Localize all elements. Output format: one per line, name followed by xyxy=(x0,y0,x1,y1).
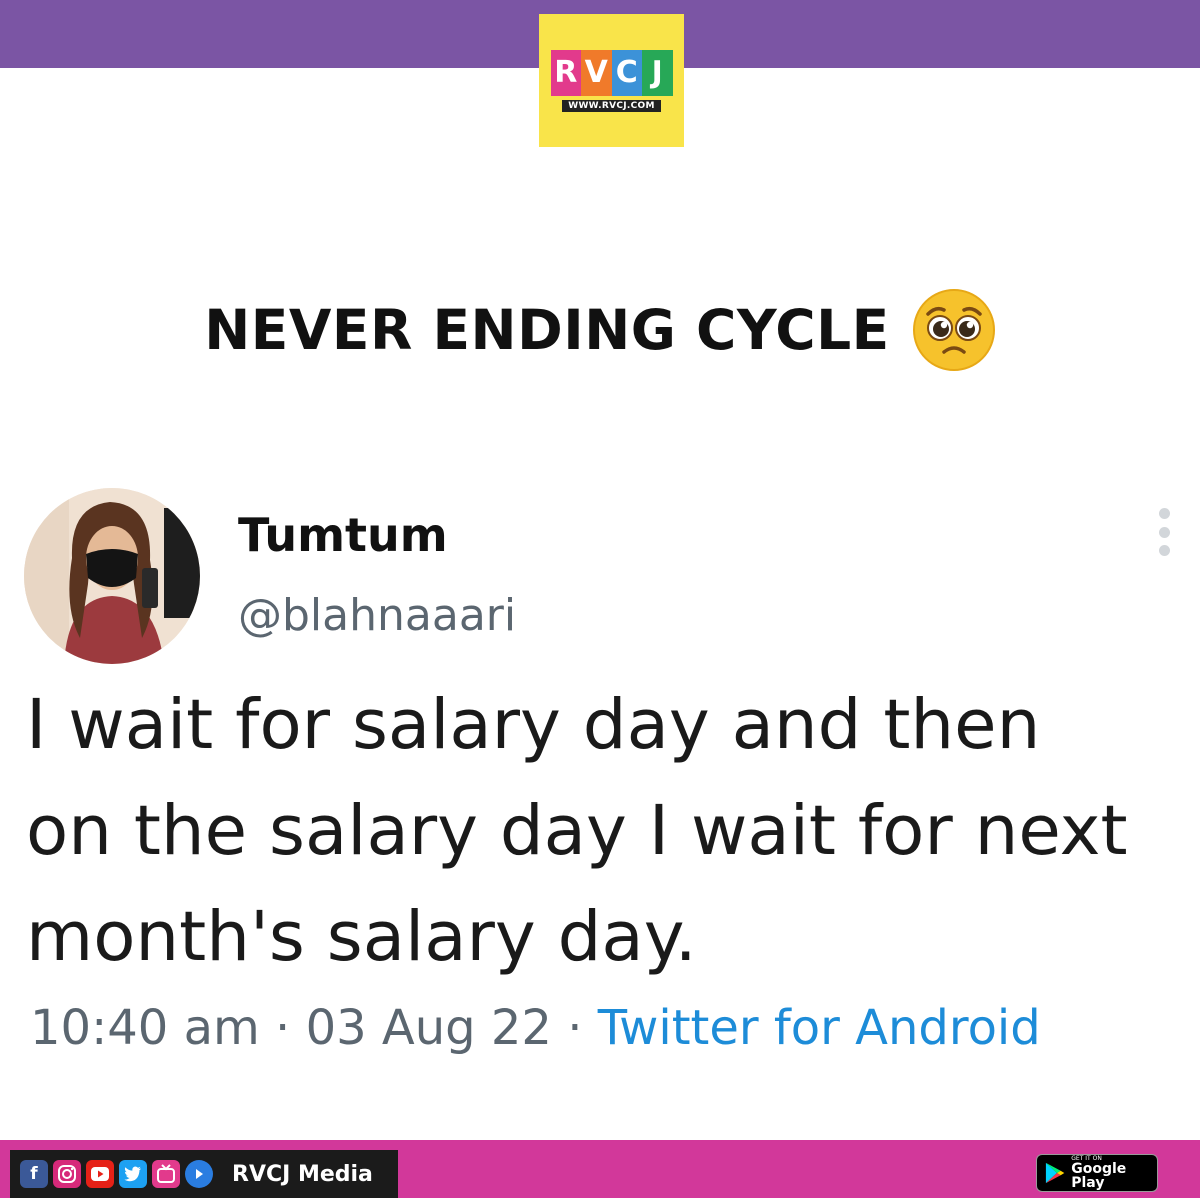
meta-separator: · xyxy=(567,1000,583,1056)
play-arrow-icon[interactable] xyxy=(185,1160,213,1188)
logo-letters: R V C J xyxy=(550,49,673,96)
more-dot xyxy=(1158,526,1170,538)
rvcj-logo: R V C J WWW.RVCJ.COM xyxy=(539,14,684,147)
badge-store-name: Google Play xyxy=(1071,1161,1127,1191)
twitter-icon[interactable] xyxy=(119,1160,147,1188)
headline-text: NEVER ENDING CYCLE xyxy=(204,298,890,362)
logo-letter-r: R xyxy=(550,49,581,96)
meta-separator: · xyxy=(275,1000,291,1056)
pleading-face-icon xyxy=(912,289,995,371)
author-handle[interactable]: @blahnaaari xyxy=(238,590,516,641)
ig-tv-icon[interactable] xyxy=(152,1160,180,1188)
tweet-metadata: 10:40 am · 03 Aug 22 · Twitter for Andro… xyxy=(30,1000,1041,1056)
logo-url: WWW.RVCJ.COM xyxy=(562,99,661,112)
facebook-icon[interactable]: f xyxy=(20,1160,48,1188)
tweet-text-line: I wait for salary day and then xyxy=(26,685,1041,765)
avatar-photo xyxy=(24,488,200,664)
tweet-text: I wait for salary day and then on the sa… xyxy=(26,672,1186,990)
google-play-icon xyxy=(1045,1162,1065,1184)
logo-letter-j: J xyxy=(642,49,673,96)
tweet-time: 10:40 am xyxy=(30,1000,260,1056)
tweet-source-link[interactable]: Twitter for Android xyxy=(598,1000,1041,1056)
instagram-icon[interactable] xyxy=(53,1160,81,1188)
logo-letter-c: C xyxy=(611,49,642,96)
tweet-text-line: on the salary day I wait for next xyxy=(26,791,1128,871)
headline: NEVER ENDING CYCLE xyxy=(0,289,1200,371)
more-options-icon[interactable] xyxy=(1150,508,1178,556)
social-bar: f RVCJ Media xyxy=(10,1150,398,1198)
avatar[interactable] xyxy=(24,488,200,664)
author-name[interactable]: Tumtum xyxy=(238,508,448,562)
tweet-text-line: month's salary day. xyxy=(26,897,697,977)
tweet-date[interactable]: 03 Aug 22 xyxy=(306,1000,552,1056)
logo-letter-v: V xyxy=(581,49,612,96)
youtube-icon[interactable] xyxy=(86,1160,114,1188)
more-dot xyxy=(1158,508,1170,519)
google-play-badge[interactable]: GET IT ON Google Play xyxy=(1036,1154,1158,1192)
more-dot xyxy=(1158,545,1170,556)
brand-name: RVCJ Media xyxy=(232,1161,373,1187)
